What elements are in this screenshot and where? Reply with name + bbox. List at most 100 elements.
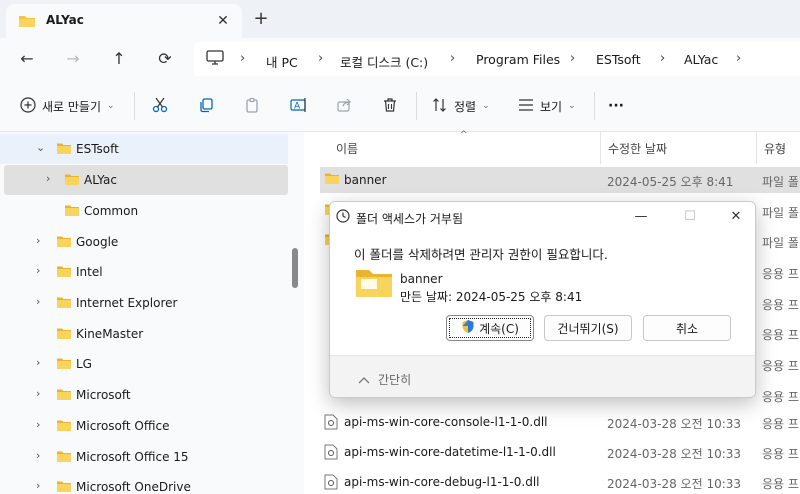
- sidebar-item-lg[interactable]: › LG: [0, 349, 288, 379]
- copy-button[interactable]: [198, 94, 214, 118]
- sidebar-item-alyac[interactable]: › ALYac: [4, 165, 288, 195]
- sidebar-item-label: Microsoft OneDrive: [76, 480, 191, 494]
- dialog-message: 이 폴더를 삭제하려면 관리자 권한이 필요합니다.: [354, 247, 608, 262]
- cancel-button[interactable]: 취소: [643, 315, 731, 341]
- breadcrumb-program-files[interactable]: Program Files: [476, 52, 560, 67]
- dialog-title-bar[interactable]: 폴더 액세스가 거부됨 — ☐ ✕: [330, 202, 755, 232]
- chevron-right-icon[interactable]: ›: [36, 295, 40, 308]
- row-name: api-ms-win-core-console-l1-1-0.dll: [344, 415, 548, 429]
- sort-button[interactable]: 정렬 ⌄: [432, 94, 490, 118]
- column-divider[interactable]: [600, 132, 601, 164]
- collapse-details-button[interactable]: 간단히: [358, 371, 411, 388]
- svg-text:A: A: [294, 101, 301, 111]
- row-date: 2024-03-28 오전 10:33: [607, 477, 742, 491]
- new-button-label: 새로 만들기: [42, 99, 102, 114]
- folder-icon: [355, 268, 393, 301]
- table-row[interactable]: banner 2024-05-25 오후 8:41 파일 폴: [320, 167, 800, 193]
- folder-icon: [56, 480, 72, 494]
- forward-button[interactable]: →: [60, 46, 86, 72]
- new-tab-button[interactable]: +: [250, 8, 272, 30]
- share-icon: [336, 97, 352, 116]
- chevron-right-icon[interactable]: ›: [36, 264, 40, 277]
- breadcrumb-separator[interactable]: ›: [240, 51, 245, 66]
- table-row[interactable]: api-ms-win-core-datetime-l1-1-0.dll 2024…: [320, 439, 800, 465]
- sidebar-item-label: Google: [76, 235, 119, 249]
- sidebar-scrollbar[interactable]: [292, 248, 298, 288]
- row-type: 응용 프: [762, 359, 799, 373]
- paste-button[interactable]: [244, 94, 260, 118]
- up-button[interactable]: ↑: [106, 46, 132, 72]
- chevron-right-icon[interactable]: ›: [36, 356, 40, 369]
- breadcrumb-alyac[interactable]: ALYac: [684, 52, 718, 67]
- close-dialog-button[interactable]: ✕: [722, 206, 750, 228]
- scissors-icon: [152, 97, 168, 116]
- column-header-type[interactable]: 유형: [764, 140, 786, 157]
- breadcrumb-estsoft[interactable]: ESTsoft: [596, 52, 641, 67]
- sidebar-item-kinemaster[interactable]: KineMaster: [0, 319, 288, 349]
- title-bar: ALYac ✕ +: [0, 0, 800, 38]
- close-tab-icon[interactable]: ✕: [212, 10, 234, 32]
- chevron-down-icon: ⌄: [482, 101, 490, 111]
- row-name: banner: [344, 173, 387, 187]
- minimize-button[interactable]: —: [627, 206, 655, 228]
- continue-button[interactable]: 계속(C): [446, 315, 534, 341]
- sort-ascending-icon: ^: [460, 130, 468, 140]
- chevron-right-icon[interactable]: ›: [36, 234, 40, 247]
- sidebar-item-google[interactable]: › Google: [0, 227, 288, 257]
- refresh-button[interactable]: ⟳: [152, 46, 178, 72]
- skip-button[interactable]: 건너뛰기(S): [544, 315, 632, 341]
- sidebar-item-microsoft[interactable]: › Microsoft: [0, 380, 288, 410]
- breadcrumb-separator[interactable]: ›: [318, 51, 323, 66]
- rename-button[interactable]: A: [290, 94, 308, 118]
- table-row[interactable]: api-ms-win-core-console-l1-1-0.dll 2024-…: [320, 409, 800, 435]
- sidebar-item-microsoft-office[interactable]: › Microsoft Office: [0, 411, 288, 441]
- sidebar-item-microsoft-onedrive[interactable]: › Microsoft OneDrive: [0, 472, 288, 494]
- tab-alyac[interactable]: ALYac ✕: [6, 4, 242, 38]
- share-button[interactable]: [336, 94, 352, 118]
- back-button[interactable]: ←: [14, 46, 40, 72]
- address-bar[interactable]: › 내 PC › 로컬 디스크 (C:) › Program Files › E…: [194, 42, 800, 76]
- new-button[interactable]: 새로 만들기 ⌄: [20, 94, 115, 118]
- chevron-right-icon[interactable]: ›: [36, 479, 40, 492]
- dll-file-icon: [324, 444, 338, 463]
- rename-icon: A: [290, 97, 308, 116]
- pane-splitter[interactable]: [288, 132, 304, 494]
- dialog-footer: 간단히: [330, 355, 755, 397]
- chevron-down-icon[interactable]: ⌄: [36, 141, 45, 154]
- sidebar-item-internet-explorer[interactable]: › Internet Explorer: [0, 288, 288, 318]
- column-header-date[interactable]: 수정한 날짜: [608, 140, 667, 157]
- chevron-right-icon[interactable]: ›: [36, 449, 40, 462]
- sidebar-item-estsoft[interactable]: ⌄ ESTsoft: [0, 134, 288, 164]
- breadcrumb-local-disk[interactable]: 로컬 디스크 (C:): [340, 52, 428, 71]
- breadcrumb-separator[interactable]: ›: [570, 51, 575, 66]
- chevron-right-icon[interactable]: ›: [46, 172, 50, 185]
- view-button[interactable]: 보기 ⌄: [518, 94, 576, 118]
- row-name: api-ms-win-core-debug-l1-1-0.dll: [344, 475, 540, 489]
- chevron-right-icon[interactable]: ›: [36, 418, 40, 431]
- sidebar-item-intel[interactable]: › Intel: [0, 257, 288, 287]
- column-divider[interactable]: [756, 132, 757, 164]
- sidebar-item-microsoft-office-15[interactable]: › Microsoft Office 15: [0, 442, 288, 472]
- toolbar-divider: [594, 92, 595, 120]
- cut-button[interactable]: [152, 94, 168, 118]
- sidebar-item-common[interactable]: Common: [0, 196, 288, 226]
- sort-button-label: 정렬: [454, 99, 477, 114]
- breadcrumb-separator[interactable]: ›: [660, 51, 665, 66]
- more-options-button[interactable]: ···: [608, 94, 624, 118]
- folder-icon: [324, 172, 340, 188]
- table-row[interactable]: api-ms-win-core-debug-l1-1-0.dll 2024-03…: [320, 469, 800, 494]
- breadcrumb-separator[interactable]: ›: [450, 51, 455, 66]
- row-date: 2024-05-25 오후 8:41: [607, 175, 734, 189]
- folder-icon: [64, 173, 80, 189]
- maximize-button[interactable]: ☐: [676, 206, 704, 228]
- sidebar-item-label: Internet Explorer: [76, 296, 178, 310]
- folder-icon: [56, 296, 72, 312]
- breadcrumb-separator[interactable]: ›: [736, 51, 741, 66]
- column-header-name[interactable]: 이름: [336, 140, 358, 157]
- folder-icon: [64, 204, 80, 220]
- breadcrumb-my-pc[interactable]: 내 PC: [266, 52, 298, 71]
- chevron-right-icon[interactable]: ›: [36, 387, 40, 400]
- row-type: 응용 프: [762, 328, 799, 342]
- chevron-down-icon: ⌄: [568, 101, 576, 111]
- delete-button[interactable]: [382, 94, 398, 118]
